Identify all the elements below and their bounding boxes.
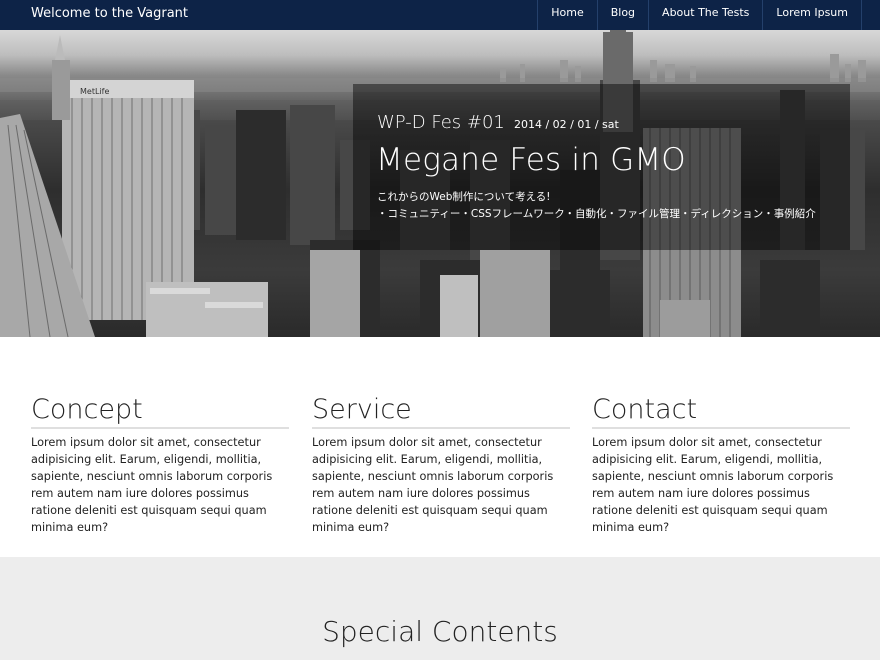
nav-item-lorem-ipsum[interactable]: Lorem Ipsum (763, 0, 862, 30)
feature-heading: Service (312, 393, 570, 429)
special-contents-heading: Special Contents (322, 615, 558, 648)
nav-item-about-the-tests[interactable]: About The Tests (649, 0, 764, 30)
feature-heading: Contact (592, 393, 850, 429)
event-date: 2014 / 02 / 01 / sat (513, 118, 619, 131)
event-name: WP-D Fes #01 (377, 112, 505, 133)
features-section: Concept Lorem ipsum dolor sit amet, cons… (0, 337, 880, 557)
event-subtitle-line-1: これからのWeb制作について考える! (377, 191, 551, 203)
feature-concept: Concept Lorem ipsum dolor sit amet, cons… (31, 393, 289, 536)
feature-body: Lorem ipsum dolor sit amet, consectetur … (592, 436, 834, 534)
feature-service: Service Lorem ipsum dolor sit amet, cons… (312, 393, 570, 536)
main-nav: Home Blog About The Tests Lorem Ipsum (537, 0, 862, 30)
feature-body: Lorem ipsum dolor sit amet, consectetur … (31, 436, 273, 534)
event-subtitle: これからのWeb制作について考える! ・コミュニティー・CSSフレームワーク・自… (377, 189, 816, 223)
special-contents-section: Special Contents (0, 557, 880, 660)
event-title: Megane Fes in GMO (376, 142, 686, 178)
top-navbar: Welcome to the Vagrant Home Blog About T… (0, 0, 880, 30)
metlife-sign: MetLife (80, 87, 109, 96)
site-brand[interactable]: Welcome to the Vagrant (31, 6, 188, 21)
nav-item-home[interactable]: Home (538, 0, 598, 30)
hero-banner: MetLife WP-D Fes #01 2014 / 02 / 01 / sa… (0, 30, 880, 337)
event-subtitle-line-2: ・コミュニティー・CSSフレームワーク・自動化・ファイル管理・ディレクション・事… (377, 208, 816, 220)
feature-contact: Contact Lorem ipsum dolor sit amet, cons… (592, 393, 850, 536)
feature-heading: Concept (31, 393, 289, 429)
nav-item-blog[interactable]: Blog (598, 0, 650, 30)
feature-body: Lorem ipsum dolor sit amet, consectetur … (312, 436, 554, 534)
hero-caption-panel: WP-D Fes #01 2014 / 02 / 01 / sat Megane… (353, 84, 850, 250)
event-heading: WP-D Fes #01 2014 / 02 / 01 / sat (377, 112, 619, 133)
